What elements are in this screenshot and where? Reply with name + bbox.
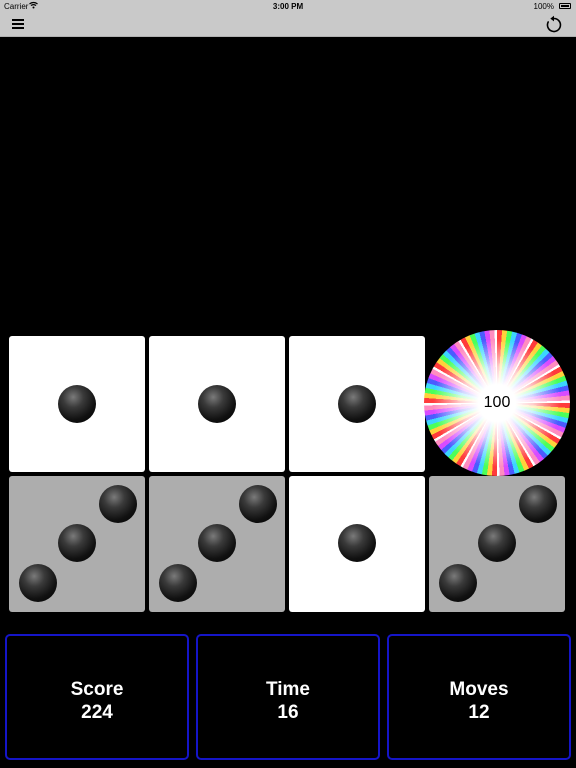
die-bottom-2[interactable]: [149, 476, 285, 612]
die-pip: [519, 485, 557, 523]
die-top-3[interactable]: [289, 336, 425, 472]
time-value: 16: [277, 702, 299, 723]
die-bottom-4[interactable]: [429, 476, 565, 612]
score-label: Score: [70, 679, 124, 700]
die-pip: [198, 385, 236, 423]
burst-points-label: 100: [483, 394, 511, 411]
moves-value: 12: [468, 702, 490, 723]
die-pip: [99, 485, 137, 523]
time-label: Time: [265, 679, 310, 700]
moves-panel: Moves 12: [387, 634, 571, 760]
die-pip: [338, 524, 376, 562]
moves-label: Moves: [449, 679, 509, 700]
die-pip: [19, 564, 57, 602]
die-pip: [198, 524, 236, 562]
die-pip: [239, 485, 277, 523]
die-top-2[interactable]: [149, 336, 285, 472]
die-pip: [439, 564, 477, 602]
die-pip: [58, 524, 96, 562]
score-panel: Score 224: [5, 634, 189, 760]
die-bottom-3[interactable]: [289, 476, 425, 612]
die-pip: [338, 385, 376, 423]
score-value: 224: [81, 702, 113, 723]
die-pip: [478, 524, 516, 562]
die-pip: [58, 385, 96, 423]
die-pip: [159, 564, 197, 602]
die-top-1[interactable]: [9, 336, 145, 472]
time-panel: Time 16: [196, 634, 380, 760]
score-burst[interactable]: 100: [424, 330, 570, 476]
die-bottom-1[interactable]: [9, 476, 145, 612]
